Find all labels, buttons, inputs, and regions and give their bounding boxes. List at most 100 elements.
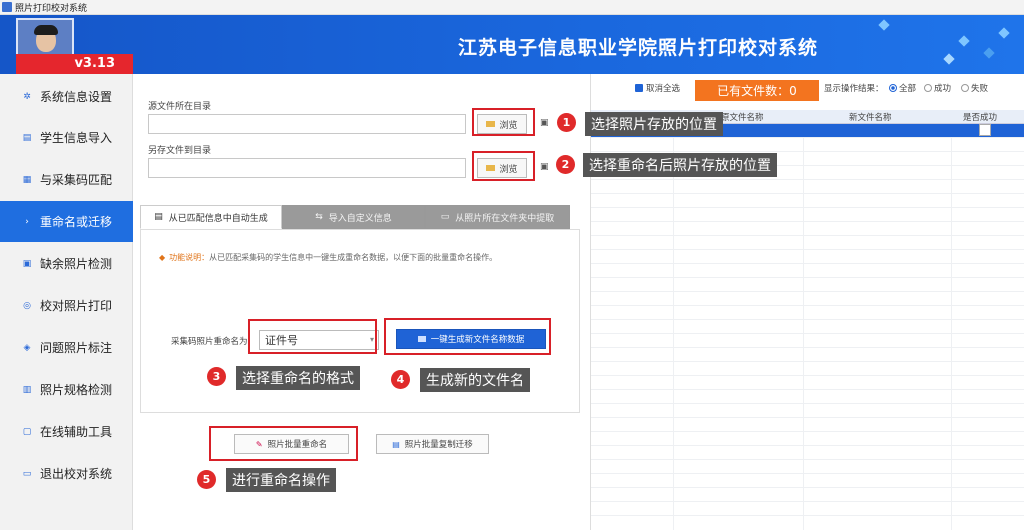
decor-diamond [958,35,970,47]
check-icon: ▣ [22,258,32,269]
col-old-name[interactable]: 原文件名称 [721,111,764,123]
gear-icon: ✲ [23,91,31,102]
sidebar-item-label: 校对照片打印 [40,299,113,313]
table-row[interactable] [591,194,1024,208]
table-row[interactable] [591,376,1024,390]
radio-icon [961,84,969,92]
batch-copy-button[interactable]: ▤ 照片批量复制迁移 [376,434,489,454]
tools-icon: ▢ [22,426,32,437]
print-icon: ◎ [23,300,31,311]
table-row[interactable] [591,320,1024,334]
callout-text: 选择重命名的格式 [236,366,360,390]
table-row[interactable] [591,432,1024,446]
table-row[interactable] [591,390,1024,404]
col-new-name[interactable]: 新文件名称 [849,111,892,123]
callout-number: 1 [557,113,576,132]
table-row[interactable] [591,292,1024,306]
table-row[interactable] [591,418,1024,432]
table-row[interactable] [591,404,1024,418]
cancel-all-checkbox[interactable]: 取消全选 [635,82,680,94]
camera-icon[interactable]: ▣ [540,162,549,172]
table-row[interactable] [591,278,1024,292]
source-dir-input[interactable] [148,114,466,134]
generate-names-button[interactable]: 一键生成新文件名称数据 [396,329,546,349]
copy-icon: ▤ [392,439,400,449]
version-badge: v3.13 [16,54,133,74]
table-row[interactable] [591,138,1024,152]
file-count-badge: 已有文件数：0 [695,80,819,101]
table-row[interactable] [591,250,1024,264]
exit-icon: ▭ [22,468,32,479]
col-status[interactable]: 是否成功 [963,111,997,123]
tab-import-custom[interactable]: ⇆ 导入自定义信息 [282,205,425,229]
table-row[interactable] [591,362,1024,376]
batch-rename-button[interactable]: ✎ 照片批量重命名 [234,434,349,454]
table-row[interactable] [591,446,1024,460]
tab-auto-generate[interactable]: ▤ 从已匹配信息中自动生成 [140,205,282,229]
decor-diamond [983,47,995,59]
table-row[interactable] [591,348,1024,362]
sidebar: ✲ 系统信息设置 ▤ 学生信息导入 ▦ 与采集码匹配 › 重命名或迁移 ▣ 缺余… [0,74,133,530]
table-row[interactable] [591,334,1024,348]
callout-text: 选择重命名后照片存放的位置 [583,153,777,177]
import-icon: ▤ [22,132,32,143]
radio-fail[interactable]: 失败 [961,82,988,94]
table-row[interactable] [591,222,1024,236]
table-row[interactable] [591,488,1024,502]
folder-icon: ▭ [440,212,450,222]
source-dir-label: 源文件所在目录 [148,102,212,112]
import-icon: ⇆ [315,212,323,222]
chevron-down-icon: ▾ [369,335,374,344]
display-result-label: 显示操作结果： [824,84,884,94]
folder-icon [486,121,496,127]
table-row[interactable] [591,460,1024,474]
rename-format-label: 采集码照片重命名为 [171,337,248,347]
function-note: ◆ 功能说明：从已匹配采集码的学生信息中一键生成重命名数据，以便下面的批量重命名操… [159,253,498,262]
sidebar-item-rename[interactable]: › 重命名或迁移 [0,201,133,242]
table-row[interactable] [591,306,1024,320]
row-checkbox[interactable] [979,124,991,136]
app-header: 江苏电子信息职业学院照片打印校对系统 [0,15,1024,74]
callout-text: 进行重命名操作 [226,468,336,492]
app-icon [2,2,12,12]
target-browse-button[interactable]: 浏览 [477,158,527,178]
info-icon: ◆ [159,253,166,262]
table-row[interactable] [591,180,1024,194]
table-row[interactable] [591,208,1024,222]
sidebar-item-student-import[interactable]: ▤ 学生信息导入 [0,117,133,158]
target-dir-input[interactable] [148,158,466,178]
folder-icon [486,165,496,171]
sidebar-item-missing-check[interactable]: ▣ 缺余照片检测 [0,243,133,284]
sidebar-item-label: 照片规格检测 [40,383,113,397]
callout-text: 生成新的文件名 [420,368,530,392]
sidebar-item-mark[interactable]: ◈ 问题照片标注 [0,327,133,368]
radio-icon [889,84,897,92]
sidebar-item-spec[interactable]: ▥ 照片规格检测 [0,369,133,410]
radio-all[interactable]: 全部 [889,82,916,94]
table-row[interactable] [591,264,1024,278]
callout-number: 2 [556,155,575,174]
table-row[interactable] [591,502,1024,516]
callout-text: 选择照片存放的位置 [585,112,723,136]
table-row[interactable] [591,474,1024,488]
sidebar-item-exit[interactable]: ▭ 退出校对系统 [0,453,133,494]
rename-format-select[interactable]: 证件号 ▾ [259,330,379,350]
sidebar-item-label: 问题照片标注 [40,341,113,355]
main-panel: 源文件所在目录 浏览 ▣ 另存文件到目录 浏览 ▣ ▤ 从已匹配信息中自动生成 … [134,74,590,530]
callout-number: 4 [391,370,410,389]
radio-icon [924,84,932,92]
sidebar-item-print[interactable]: ◎ 校对照片打印 [0,285,133,326]
source-browse-button[interactable]: 浏览 [477,114,527,134]
mark-icon: ◈ [23,342,31,353]
table-row[interactable] [591,236,1024,250]
checkbox-icon [635,84,643,92]
tab-extract-folder[interactable]: ▭ 从照片所在文件夹中提取 [425,205,570,229]
sidebar-item-system-settings[interactable]: ✲ 系统信息设置 [0,76,133,117]
radio-success[interactable]: 成功 [924,82,951,94]
window-titlebar: 照片打印校对系统 [0,0,1024,15]
window-title: 照片打印校对系统 [15,3,88,14]
sidebar-item-label: 系统信息设置 [40,90,113,104]
sidebar-item-tools[interactable]: ▢ 在线辅助工具 [0,411,133,452]
sidebar-item-code-match[interactable]: ▦ 与采集码匹配 [0,159,133,200]
camera-icon[interactable]: ▣ [540,118,549,128]
